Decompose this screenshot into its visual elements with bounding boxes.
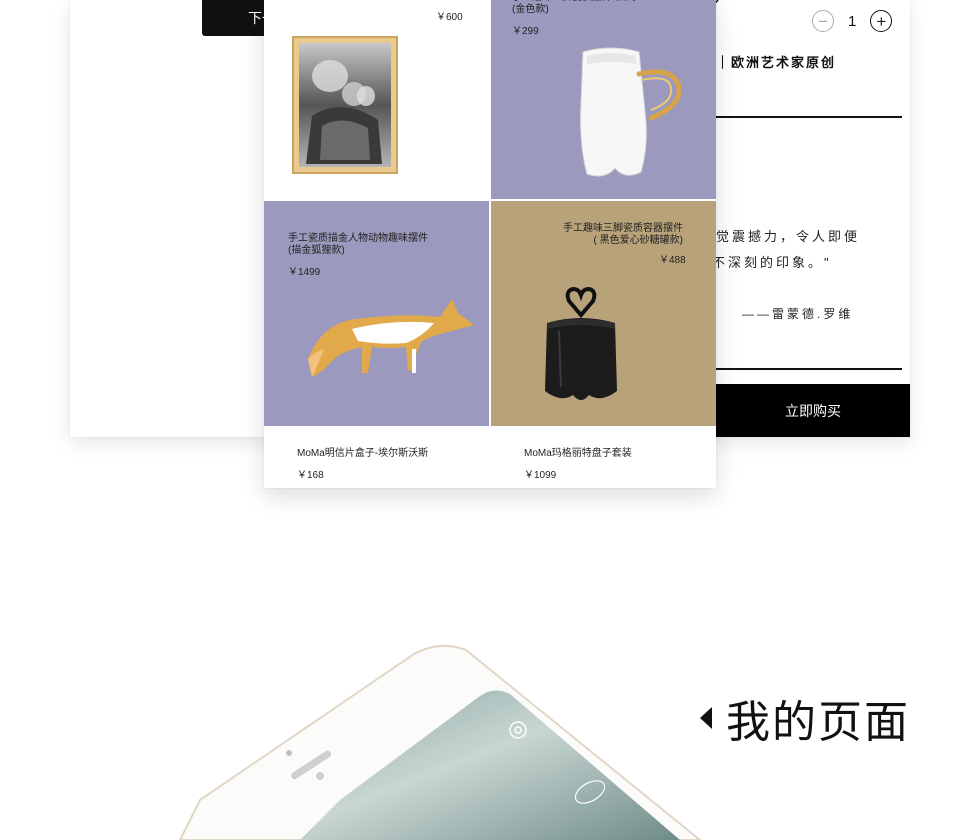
product-name: 手工趣味三脚瓷质摆件·款式 (金色款) [512,0,635,15]
phone-mockup [178,644,702,840]
product-name: MoMa明信片盒子-埃尔斯沃斯 [297,448,429,459]
section-title: 我的页面 [726,698,910,747]
fox-figurine-image [308,299,474,377]
sugar-jar-image [545,287,617,400]
product-name: MoMa玛格丽特盘子套装 [524,448,632,459]
product-tile[interactable]: MoMa明信片盒子-埃尔斯沃斯 ￥168 [264,426,489,488]
artist-line: ｜欧洲艺术家原创 [716,55,837,70]
divider-top [716,116,902,118]
quantity-stepper: − 1 + [812,10,893,32]
minus-button[interactable]: − [812,10,834,32]
product-grid-card: … ￥600 手工趣味三脚瓷质摆件·款式 (金色款) ￥299 [264,0,716,488]
product-name: 手工趣味三脚瓷质容器摆件 ( 黑色爱心砂糖罐款) [563,223,683,246]
product-price: ￥1099 [524,470,557,481]
product-price: ￥299 [512,26,539,37]
product-name: 手工瓷质描金人物动物趣味摆件 (描金狐狸款) [288,233,428,256]
product-tile[interactable]: 手工趣味三脚瓷质摆件·款式 (金色款) ￥299 [491,0,716,199]
product-price: ￥600 [436,12,463,23]
porcelain-cup-image [580,47,682,177]
quote-line-2: 不深刻的印象。" [712,255,832,270]
product-price: ￥1499 [288,267,321,278]
section-header: 我的页面 [700,686,910,750]
framed-print-image [292,36,398,174]
divider-bottom [716,368,902,370]
buy-now-label: 立即购买 [785,402,841,419]
product-tile[interactable]: 手工瓷质描金人物动物趣味摆件 (描金狐狸款) ￥1499 [264,201,489,426]
product-tile[interactable]: … ￥600 [264,0,489,199]
quote-line-1: 觉震撼力，令人即便 [716,229,861,244]
triangle-left-icon [700,707,712,729]
product-price: ￥168 [297,470,324,481]
plus-button[interactable]: + [870,10,893,32]
quote-author: ——雷蒙德.罗维 [742,307,854,321]
product-price: ￥488 [659,255,686,266]
product-tile[interactable]: MoMa玛格丽特盘子套装 ￥1099 [491,426,716,488]
product-name: … [412,0,422,4]
product-tile[interactable]: 手工趣味三脚瓷质容器摆件 ( 黑色爱心砂糖罐款) ￥488 [491,201,716,426]
buy-now-button[interactable]: 立即购买 [716,384,910,437]
quantity-value: 1 [848,12,857,30]
